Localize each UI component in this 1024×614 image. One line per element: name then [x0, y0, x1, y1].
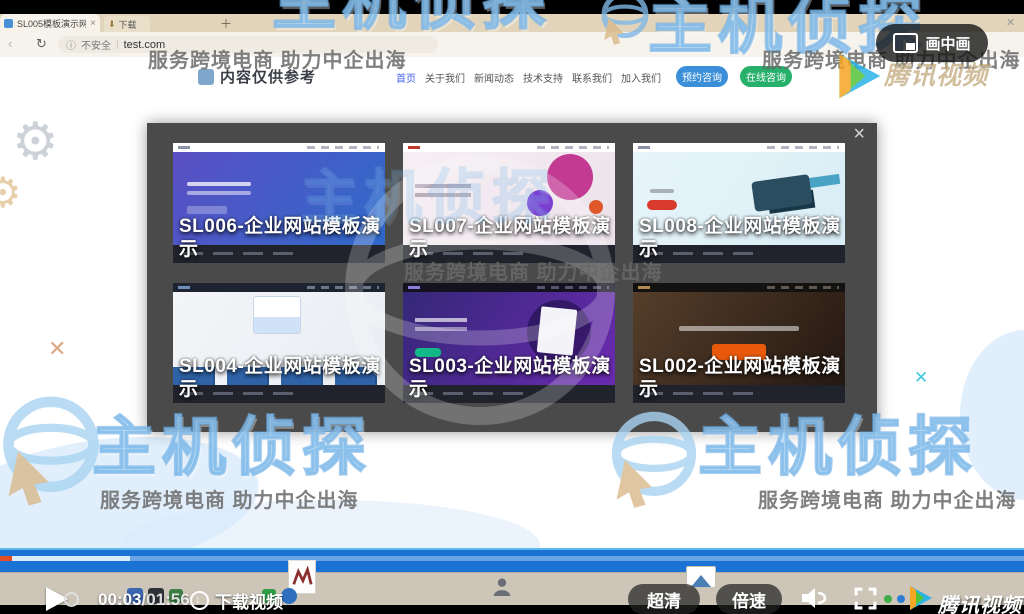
template-card-sl003[interactable]: SL003-企业网站模板演示	[403, 283, 615, 403]
window-close-icon[interactable]: ✕	[1006, 16, 1015, 29]
nav-item-home[interactable]: 首页	[396, 70, 416, 85]
decoration	[415, 184, 471, 188]
time-total: 01:56	[146, 590, 189, 609]
pip-icon	[893, 33, 918, 53]
nav-item-contact[interactable]: 联系我们	[572, 70, 612, 85]
template-label: SL008-企业网站模板演示	[639, 215, 842, 263]
picture-in-picture-button[interactable]: 画中画	[876, 24, 988, 62]
tray-dot-icon[interactable]	[897, 595, 905, 603]
online-consult-button[interactable]: 在线咨询	[740, 66, 792, 87]
quality-button[interactable]: 超清	[628, 584, 700, 614]
browser-tab[interactable]: SL005模板演示网站 ×	[0, 14, 100, 32]
mini-site-header	[403, 283, 615, 292]
site-logo-icon	[198, 69, 214, 85]
site-info-icon[interactable]: ⓘ	[66, 37, 76, 52]
tencent-video-logo	[832, 50, 884, 102]
decoration	[253, 296, 301, 334]
nav-item-news[interactable]: 新闻动态	[474, 70, 514, 85]
template-label: SL006-企业网站模板演示	[179, 215, 382, 263]
download-bar-tab[interactable]: ⬇ 下载	[104, 16, 150, 32]
progress-played	[0, 556, 12, 561]
browser-tab-strip	[0, 14, 1024, 32]
download-video-label: 下载视频	[215, 588, 283, 613]
mini-site-header	[633, 283, 845, 292]
decoration	[751, 174, 813, 212]
decoration	[547, 154, 593, 200]
reload-icon[interactable]: ↻	[36, 36, 47, 52]
address-divider: |	[116, 39, 119, 50]
nav-item-support[interactable]: 技术支持	[523, 70, 563, 85]
main-nav: 首页 关于我们 新闻动态 技术支持 联系我们 加入我们	[396, 70, 661, 85]
decoration	[187, 206, 227, 214]
decoration	[187, 182, 251, 186]
modal-close-icon[interactable]: ×	[853, 124, 865, 144]
page-footer-band	[0, 548, 1024, 574]
gear-icon: ⚙	[0, 168, 22, 217]
template-card-sl002[interactable]: SL002-企业网站模板演示	[633, 283, 845, 403]
tab-title: SL005模板演示网站	[17, 17, 86, 30]
nav-item-about[interactable]: 关于我们	[425, 70, 465, 85]
loop-icon[interactable]	[64, 592, 79, 607]
tencent-video-logo	[906, 584, 934, 612]
template-card-sl007[interactable]: SL007-企业网站模板演示	[403, 143, 615, 263]
address-bar[interactable]: ⓘ 不安全 | test.com	[58, 36, 438, 53]
site-logo: 内容仅供参考	[198, 66, 316, 87]
decorative-x-icon: ✕	[914, 368, 928, 388]
security-label: 不安全	[81, 37, 111, 52]
download-icon: ⬇	[108, 19, 116, 30]
gear-icon: ⚙	[12, 112, 59, 172]
fullscreen-icon[interactable]	[853, 586, 878, 611]
mini-site-header	[633, 143, 845, 152]
decoration	[679, 326, 799, 331]
taskbar-user-icon[interactable]	[492, 576, 512, 596]
back-icon[interactable]: ‹	[8, 36, 12, 51]
download-tab-label: 下载	[119, 18, 137, 31]
mini-site-header	[173, 143, 385, 152]
tray-dot-icon[interactable]	[884, 595, 892, 603]
mini-site-header	[403, 143, 615, 152]
template-label: SL004-企业网站模板演示	[179, 355, 382, 403]
pip-label: 画中画	[925, 33, 970, 54]
tencent-video-brand: 腾讯视频	[938, 589, 1022, 614]
progress-buffered	[0, 556, 130, 561]
decoration	[647, 200, 677, 210]
consult-button[interactable]: 预约咨询	[676, 66, 728, 87]
url-text: test.com	[124, 39, 166, 51]
letterbox-top	[0, 0, 1024, 14]
template-card-sl006[interactable]: SL006-企业网站模板演示	[173, 143, 385, 263]
decoration	[537, 306, 578, 356]
template-label: SL002-企业网站模板演示	[639, 355, 842, 403]
download-video-button[interactable]: 下载视频	[190, 588, 283, 613]
template-label: SL003-企业网站模板演示	[409, 355, 612, 403]
volume-icon[interactable]	[800, 585, 828, 611]
site-logo-text: 内容仅供参考	[220, 66, 316, 87]
mini-site-header	[173, 283, 385, 292]
time-display: 00:03/01:56	[98, 590, 190, 610]
template-card-sl008[interactable]: SL008-企业网站模板演示	[633, 143, 845, 263]
taskbar-icon[interactable]	[281, 588, 297, 604]
download-circle-icon	[190, 591, 209, 610]
wm-logo-icon	[291, 566, 313, 588]
template-label: SL007-企业网站模板演示	[409, 215, 612, 263]
speed-button[interactable]: 倍速	[716, 584, 782, 614]
template-gallery-modal: × SL006-企业网站模板演示 SL007-企业网站模板演示	[147, 123, 877, 432]
nav-item-join[interactable]: 加入我们	[621, 70, 661, 85]
video-player-stage: SL005模板演示网站 × ⬇ 下载 ＋ ✕ ‹ ↻ ⓘ 不安全 | test.…	[0, 0, 1024, 614]
template-card-sl004[interactable]: SL004-企业网站模板演示	[173, 283, 385, 403]
tab-close-icon[interactable]: ×	[90, 18, 96, 29]
decorative-x-icon: ✕	[48, 336, 66, 362]
progress-bar[interactable]	[0, 556, 1024, 561]
time-current: 00:03	[98, 590, 141, 609]
favicon	[4, 19, 13, 28]
new-tab-button[interactable]: ＋	[220, 15, 232, 32]
